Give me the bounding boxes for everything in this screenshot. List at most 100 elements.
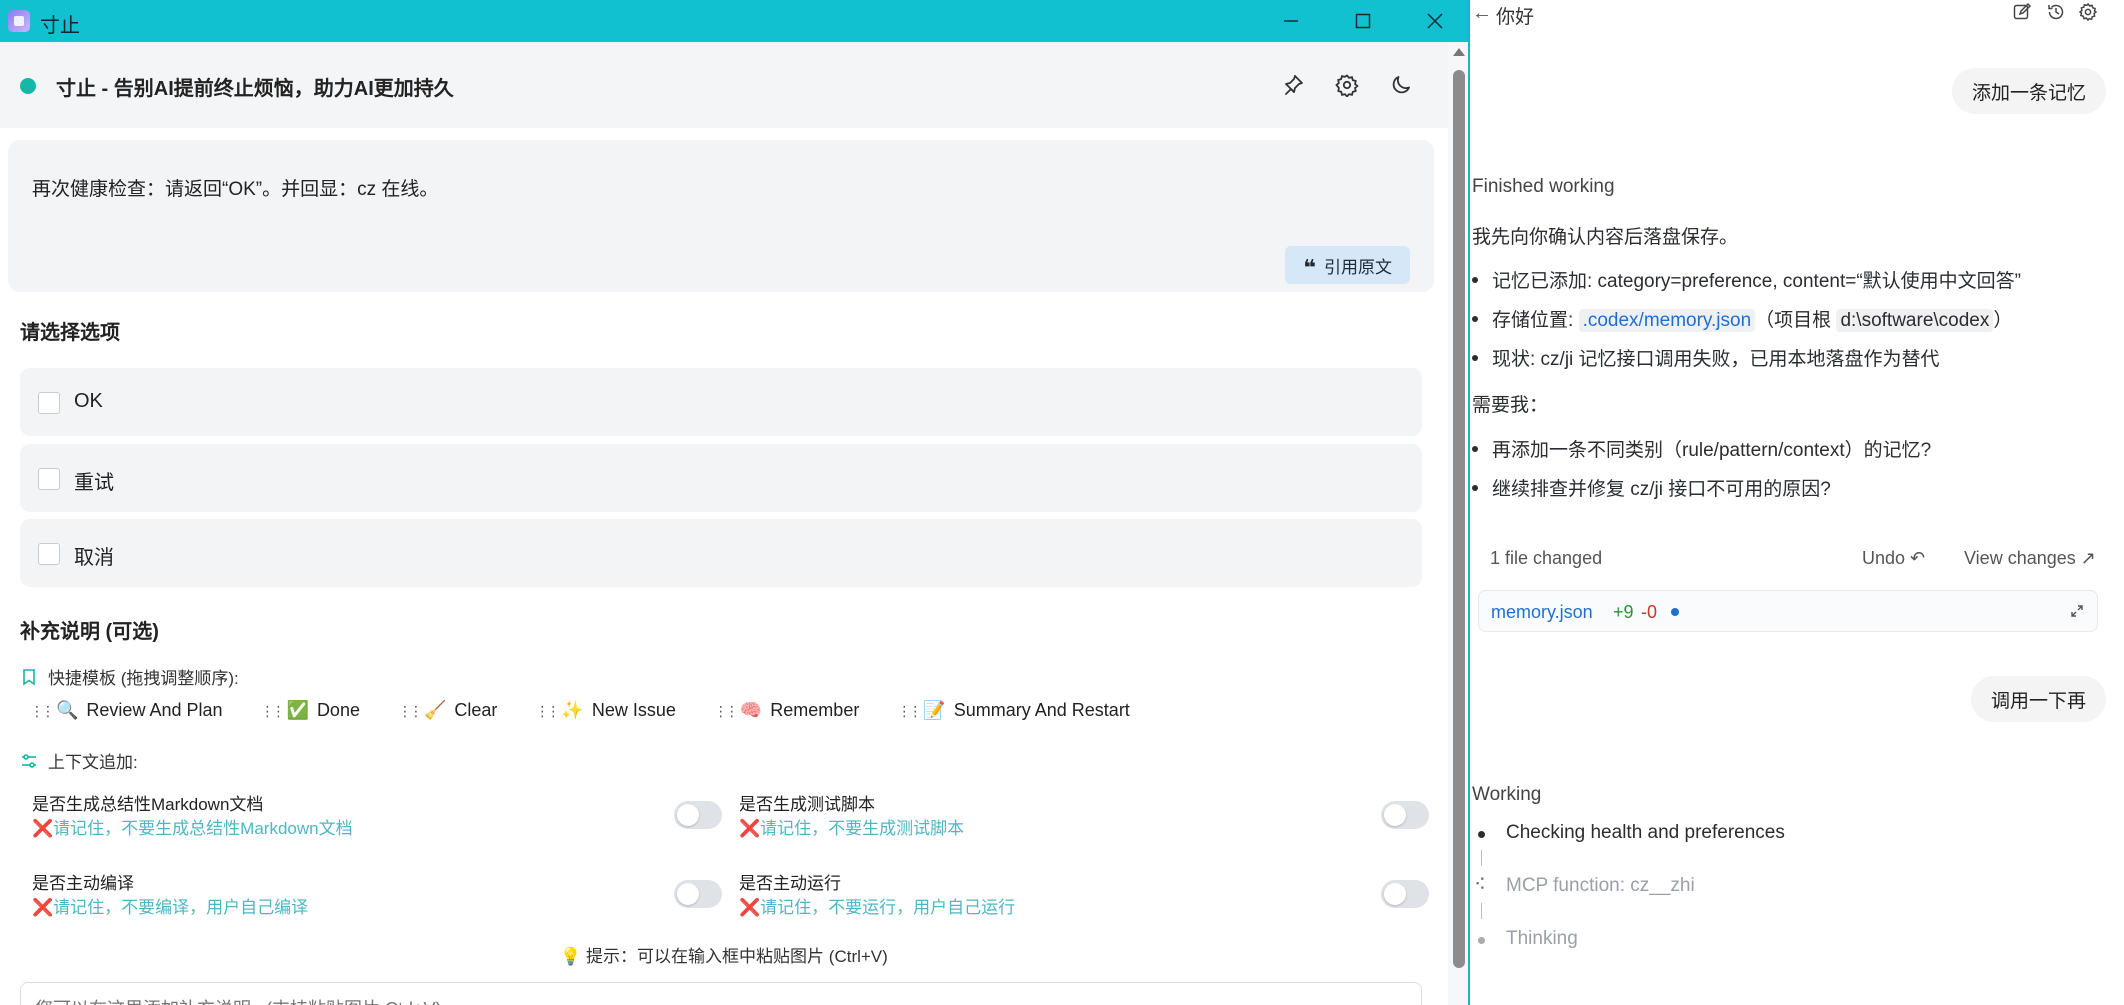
toggle-description: ❌请记住，不要生成总结性Markdown文档 xyxy=(32,814,353,839)
status-indicator xyxy=(20,78,36,94)
list-item-text: 记忆已添加: category=preference, content=“默认使… xyxy=(1492,271,2021,292)
cross-icon: ❌ xyxy=(32,898,54,917)
option-checkbox[interactable] xyxy=(38,543,60,565)
settings-button[interactable] xyxy=(1332,70,1362,100)
sliders-icon xyxy=(22,753,36,768)
need-me-label: 需要我： xyxy=(1472,395,1549,416)
drag-handle-icon[interactable]: ⋮⋮ xyxy=(398,703,423,719)
drag-handle-icon[interactable]: ⋮⋮ xyxy=(30,703,55,719)
list-item: 再添加一条不同类别（rule/pattern/context）的记忆? xyxy=(1472,435,1931,462)
template-label: New Issue xyxy=(591,700,676,720)
app-window: 寸止 寸止 - 告别AI提前终止烦恼，助力AI更加持久 再次健康检查：请返回“O… xyxy=(0,0,1470,1005)
lines-removed: -0 xyxy=(1641,602,1658,622)
toggle-description: ❌请记住，不要运行，用户自己运行 xyxy=(739,893,1015,918)
history-icon xyxy=(2048,4,2064,20)
template-new-issue[interactable]: ⋮⋮ ✨ New Issue xyxy=(535,700,675,721)
toggle-switch[interactable] xyxy=(674,801,722,829)
supplement-input[interactable] xyxy=(20,982,1422,1005)
quote-original-button[interactable]: ❝ 引用原文 xyxy=(1285,246,1410,284)
drag-handle-icon[interactable]: ⋮⋮ xyxy=(535,703,560,719)
list-item-text: （项目根 xyxy=(1755,310,1837,331)
pin-button[interactable] xyxy=(1278,70,1308,100)
toggle-description-text: 请记住，不要运行，用户自己运行 xyxy=(760,898,1016,917)
arrow-left-icon[interactable]: ← xyxy=(1472,2,1492,25)
template-clear[interactable]: ⋮⋮ 🧹 Clear xyxy=(398,700,497,721)
template-remember[interactable]: ⋮⋮ 🧠 Remember xyxy=(714,700,859,721)
maximize-button[interactable] xyxy=(1328,0,1398,42)
app-icon xyxy=(8,10,30,32)
scroll-up-arrow-icon[interactable] xyxy=(1453,48,1465,56)
theme-toggle-button[interactable] xyxy=(1386,70,1416,100)
expand-icon[interactable] xyxy=(2069,603,2085,619)
option-cancel[interactable]: 取消 xyxy=(20,519,1422,587)
drag-handle-icon[interactable]: ⋮⋮ xyxy=(261,703,286,719)
close-button[interactable] xyxy=(1400,0,1468,42)
minimize-button[interactable] xyxy=(1256,0,1326,42)
bookmark-icon xyxy=(23,668,35,686)
list-item-text: 再添加一条不同类别（rule/pattern/context）的记忆? xyxy=(1492,440,1932,461)
option-retry[interactable]: 重试 xyxy=(20,444,1422,512)
file-link[interactable]: .codex/memory.json xyxy=(1578,309,1756,332)
view-changes-button[interactable]: View changes ↗ xyxy=(1964,548,2096,569)
option-checkbox[interactable] xyxy=(38,468,60,490)
message-card: 再次健康检查：请返回“OK”。并回显：cz 在线。 ❝ 引用原文 xyxy=(8,140,1434,292)
template-summary-and-restart[interactable]: ⋮⋮ 📝 Summary And Restart xyxy=(897,700,1129,721)
list-item-text: 存储位置: xyxy=(1492,310,1579,331)
toggle-description-text: 请记住，不要编译，用户自己编译 xyxy=(53,898,309,917)
app-header: 寸止 - 告别AI提前终止烦恼，助力AI更加持久 xyxy=(0,42,1448,128)
file-name[interactable]: memory.json xyxy=(1491,602,1593,623)
template-list: ⋮⋮ 🔍 Review And Plan ⋮⋮ ✅ Done ⋮⋮ 🧹 Clear ⋮… xyxy=(30,700,1130,721)
list-item-text: 继续排查并修复 cz/ji 接口不可用的原因? xyxy=(1492,479,1831,500)
toggle-switch[interactable] xyxy=(1381,801,1429,829)
edit-button[interactable] xyxy=(2012,2,2034,24)
template-emoji: 📝 xyxy=(923,700,946,720)
option-checkbox[interactable] xyxy=(38,392,60,414)
cross-icon: ❌ xyxy=(739,898,761,917)
gear-icon xyxy=(2078,2,2098,22)
option-label: OK xyxy=(74,390,103,412)
toggle-title: 是否生成测试脚本 xyxy=(739,795,875,814)
assistant-intro: 我先向你确认内容后落盘保存。 xyxy=(1472,227,1739,248)
list-item: 现状: cz/ji 记忆接口调用失败，已用本地落盘作为替代 xyxy=(1472,344,1940,371)
template-emoji: ✅ xyxy=(286,700,309,720)
drag-handle-icon[interactable]: ⋮⋮ xyxy=(897,703,922,719)
template-review-and-plan[interactable]: ⋮⋮ 🔍 Review And Plan xyxy=(30,700,223,721)
list-item: 记忆已添加: category=preference, content=“默认使… xyxy=(1472,266,2021,293)
step-active-icon xyxy=(1478,831,1485,838)
template-label: Summary And Restart xyxy=(953,700,1130,720)
toggle-switch[interactable] xyxy=(674,880,722,908)
template-done[interactable]: ⋮⋮ ✅ Done xyxy=(261,700,360,721)
step-label: Thinking xyxy=(1506,928,1578,949)
scrollbar-thumb[interactable] xyxy=(1453,70,1465,968)
toggle-description-text: 请记住，不要生成测试脚本 xyxy=(760,819,965,838)
drag-handle-icon[interactable]: ⋮⋮ xyxy=(714,703,739,719)
chat-settings-button[interactable] xyxy=(2078,2,2100,24)
changed-file-card[interactable]: memory.json +9 -0 xyxy=(1478,590,2098,632)
toggle-test-script: 是否生成测试脚本 ❌请记住，不要生成测试脚本 xyxy=(739,790,1429,850)
chat-title: 你好 xyxy=(1496,7,1535,28)
scrollbar[interactable] xyxy=(1448,42,1468,1005)
supplement-title: 补充说明 (可选) xyxy=(20,621,159,643)
arrow-up-right-icon: ↗ xyxy=(2080,548,2096,568)
cross-icon: ❌ xyxy=(32,819,54,838)
toggle-run: 是否主动运行 ❌请记住，不要运行，用户自己运行 xyxy=(739,869,1429,929)
title-bar[interactable]: 寸止 xyxy=(0,0,1468,42)
gear-icon xyxy=(1335,74,1359,97)
toggle-description: ❌请记住，不要生成测试脚本 xyxy=(739,814,964,839)
toggle-markdown-doc: 是否生成总结性Markdown文档 ❌请记住，不要生成总结性Markdown文档 xyxy=(32,790,722,850)
modified-dot-icon xyxy=(1671,608,1679,616)
status-working: Working xyxy=(1472,784,1542,805)
minimize-icon xyxy=(1284,20,1298,22)
toggle-description-text: 请记住，不要生成总结性Markdown文档 xyxy=(53,819,353,838)
user-message: 添加一条记忆 xyxy=(1951,68,2106,114)
option-ok[interactable]: OK xyxy=(20,368,1422,436)
option-label: 取消 xyxy=(74,547,114,569)
template-emoji: ✨ xyxy=(561,700,584,720)
quick-templates-text: 快捷模板 (拖拽调整顺序): xyxy=(48,669,239,688)
template-label: Remember xyxy=(770,700,860,720)
template-emoji: 🔍 xyxy=(56,700,79,720)
toggle-switch[interactable] xyxy=(1381,880,1429,908)
template-emoji: 🧠 xyxy=(739,700,763,720)
history-button[interactable] xyxy=(2046,2,2068,24)
undo-button[interactable]: Undo ↶ xyxy=(1862,548,1925,569)
